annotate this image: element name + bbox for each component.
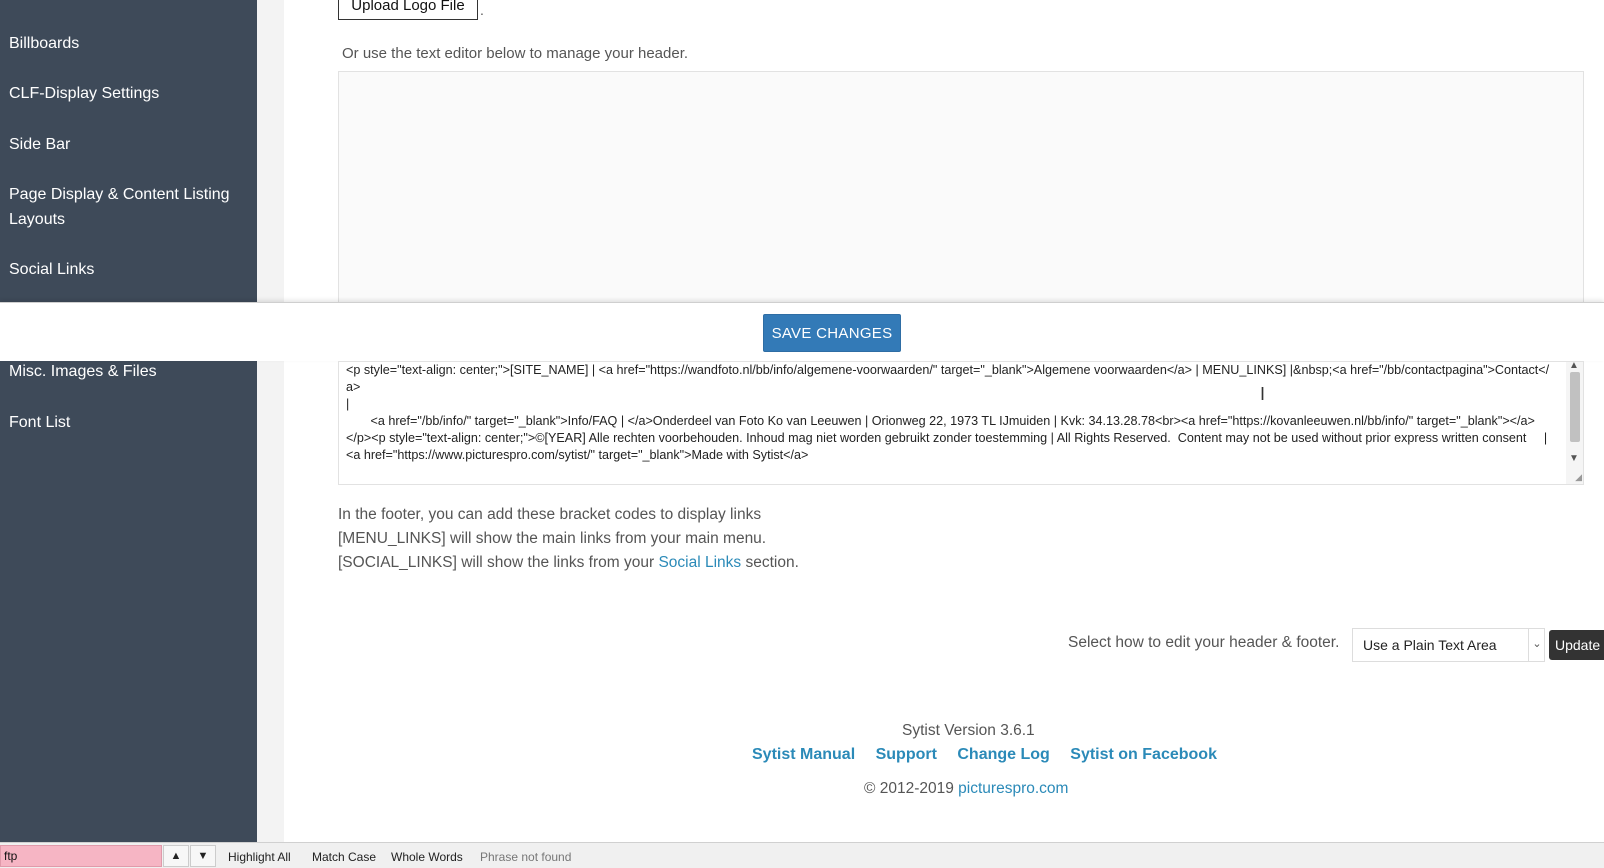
footer-links: Sytist Manual Support Change Log Sytist … bbox=[752, 746, 1233, 764]
upload-separator: . bbox=[480, 2, 484, 18]
sidebar-item-clf-display-settings[interactable]: CLF-Display Settings bbox=[9, 81, 249, 106]
header-text-editor[interactable] bbox=[338, 71, 1584, 303]
find-bar: ▲ ▼ Highlight All Match Case Whole Words… bbox=[0, 842, 1604, 868]
match-case-toggle[interactable]: Match Case bbox=[312, 850, 376, 864]
upload-logo-button[interactable]: Upload Logo File bbox=[338, 0, 478, 20]
sidebar-item-font-list[interactable]: Font List bbox=[9, 410, 249, 435]
resize-handle-icon[interactable]: ◢ bbox=[1575, 472, 1582, 483]
content-gutter bbox=[257, 0, 284, 842]
copyright: © 2012-2019 picturespro.com bbox=[864, 780, 1068, 798]
picturespro-link[interactable]: picturespro.com bbox=[958, 780, 1068, 797]
copyright-prefix: © 2012-2019 bbox=[864, 780, 959, 797]
scroll-down-icon[interactable]: ▼ bbox=[1569, 453, 1579, 464]
find-next-icon[interactable]: ▼ bbox=[190, 845, 216, 867]
whole-words-toggle[interactable]: Whole Words bbox=[391, 850, 463, 864]
social-links-link[interactable]: Social Links bbox=[658, 554, 741, 571]
header-editor-hint: Or use the text editor below to manage y… bbox=[342, 45, 689, 62]
footer-info-line-3-suffix: section. bbox=[741, 554, 799, 571]
sidebar-item-page-display[interactable]: Page Display & Content Listing Layouts bbox=[9, 182, 239, 232]
save-bar: SAVE CHANGES bbox=[0, 302, 1604, 361]
editor-mode-select[interactable]: Use a Plain Text Area bbox=[1352, 628, 1545, 662]
footer-info-line-1: In the footer, you can add these bracket… bbox=[338, 506, 762, 523]
footer-info-line-3-prefix: [SOCIAL_LINKS] will show the links from … bbox=[338, 554, 659, 571]
sidebar-item-social-links[interactable]: Social Links bbox=[9, 257, 249, 282]
update-button[interactable]: Update bbox=[1549, 630, 1604, 660]
sidebar: Billboards CLF-Display Settings Side Bar… bbox=[0, 0, 257, 842]
sidebar-item-side-bar[interactable]: Side Bar bbox=[9, 132, 249, 157]
find-input[interactable] bbox=[0, 845, 162, 867]
sytist-manual-link[interactable]: Sytist Manual bbox=[752, 746, 855, 763]
footer-info-line-3: [SOCIAL_LINKS] will show the links from … bbox=[338, 554, 799, 572]
text-cursor-icon: I bbox=[1260, 384, 1266, 404]
textarea-scrollbar[interactable]: ▲ ▼ bbox=[1566, 360, 1583, 484]
footer-info-line-2: [MENU_LINKS] will show the main links fr… bbox=[338, 530, 767, 547]
save-changes-button[interactable]: SAVE CHANGES bbox=[763, 314, 901, 352]
sidebar-item-misc-images[interactable]: Misc. Images & Files bbox=[9, 359, 249, 384]
highlight-all-toggle[interactable]: Highlight All bbox=[228, 850, 291, 864]
scroll-up-icon[interactable]: ▲ bbox=[1569, 360, 1579, 371]
find-status: Phrase not found bbox=[480, 850, 572, 864]
editor-mode-label: Select how to edit your header & footer. bbox=[1068, 634, 1340, 651]
scrollbar-thumb[interactable] bbox=[1570, 372, 1580, 442]
footer-code-textarea[interactable]: <p style="text-align: center;">[SITE_NAM… bbox=[338, 360, 1584, 485]
version-text: Sytist Version 3.6.1 bbox=[902, 722, 1035, 739]
change-log-link[interactable]: Change Log bbox=[957, 746, 1049, 763]
support-link[interactable]: Support bbox=[876, 746, 937, 763]
chevron-down-icon[interactable]: ⌄ bbox=[1528, 628, 1545, 662]
sidebar-item-billboards[interactable]: Billboards bbox=[9, 31, 249, 56]
footer-code-text: <p style="text-align: center;">[SITE_NAM… bbox=[346, 363, 1550, 462]
sytist-facebook-link[interactable]: Sytist on Facebook bbox=[1070, 746, 1217, 763]
find-previous-icon[interactable]: ▲ bbox=[163, 845, 189, 867]
